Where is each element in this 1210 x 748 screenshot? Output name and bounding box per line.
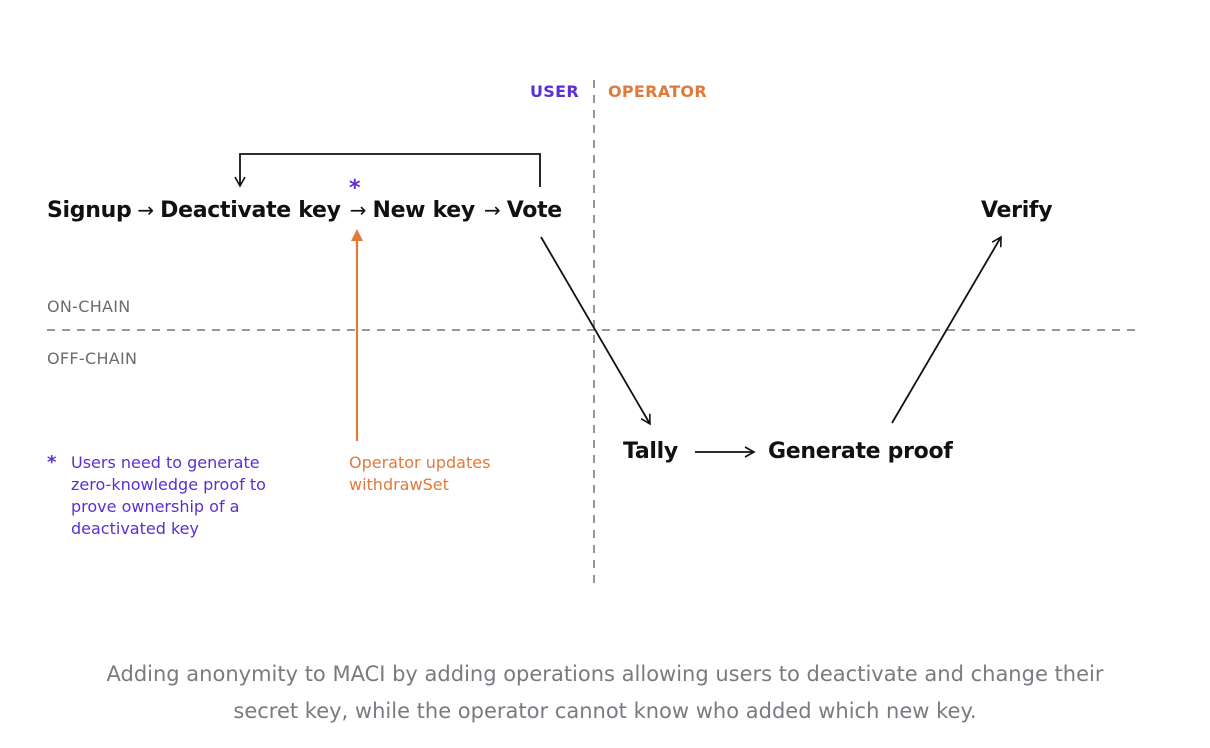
step-generate-proof: Generate proof — [768, 439, 953, 464]
step-tally: Tally — [623, 439, 678, 464]
caption-line: secret key, while the operator cannot kn… — [233, 699, 977, 723]
caption-line: Adding anonymity to MACI by adding opera… — [106, 662, 1104, 686]
step-signup: Signup — [47, 198, 132, 223]
user-footnote-line: Users need to generate — [71, 453, 260, 472]
user-footnote-line: zero-knowledge proof to — [71, 475, 266, 494]
on-chain-label: ON-CHAIN — [47, 297, 131, 316]
arrow-right-icon: → — [137, 198, 155, 222]
user-footnote: * Users need to generate zero-knowledge … — [47, 452, 266, 540]
figure-caption: Adding anonymity to MACI by adding opera… — [0, 656, 1210, 730]
operator-lane-label: OPERATOR — [608, 82, 707, 101]
step-new-key: New key — [372, 198, 475, 223]
user-footnote-line: deactivated key — [71, 519, 199, 538]
operator-note: Operator updates withdrawSet — [349, 452, 490, 496]
operator-note-line: withdrawSet — [349, 475, 449, 494]
user-flow: Signup → Deactivate key → New key → Vote — [47, 198, 562, 223]
vote-to-deactivate-loop-arrow — [234, 153, 541, 188]
operator-note-line: Operator updates — [349, 453, 491, 472]
asterisk-icon: * — [47, 452, 57, 473]
user-footnote-line: prove ownership of a — [71, 497, 240, 516]
arrow-right-icon: → — [483, 198, 501, 222]
asterisk-icon: * — [349, 176, 361, 201]
user-lane-label: USER — [530, 82, 579, 101]
step-vote: Vote — [506, 198, 562, 223]
step-verify: Verify — [981, 198, 1053, 223]
step-deactivate-key: Deactivate key — [160, 198, 341, 223]
diagram-connectors — [47, 80, 1142, 584]
off-chain-label: OFF-CHAIN — [47, 349, 138, 368]
arrow-right-icon: → — [349, 198, 367, 222]
